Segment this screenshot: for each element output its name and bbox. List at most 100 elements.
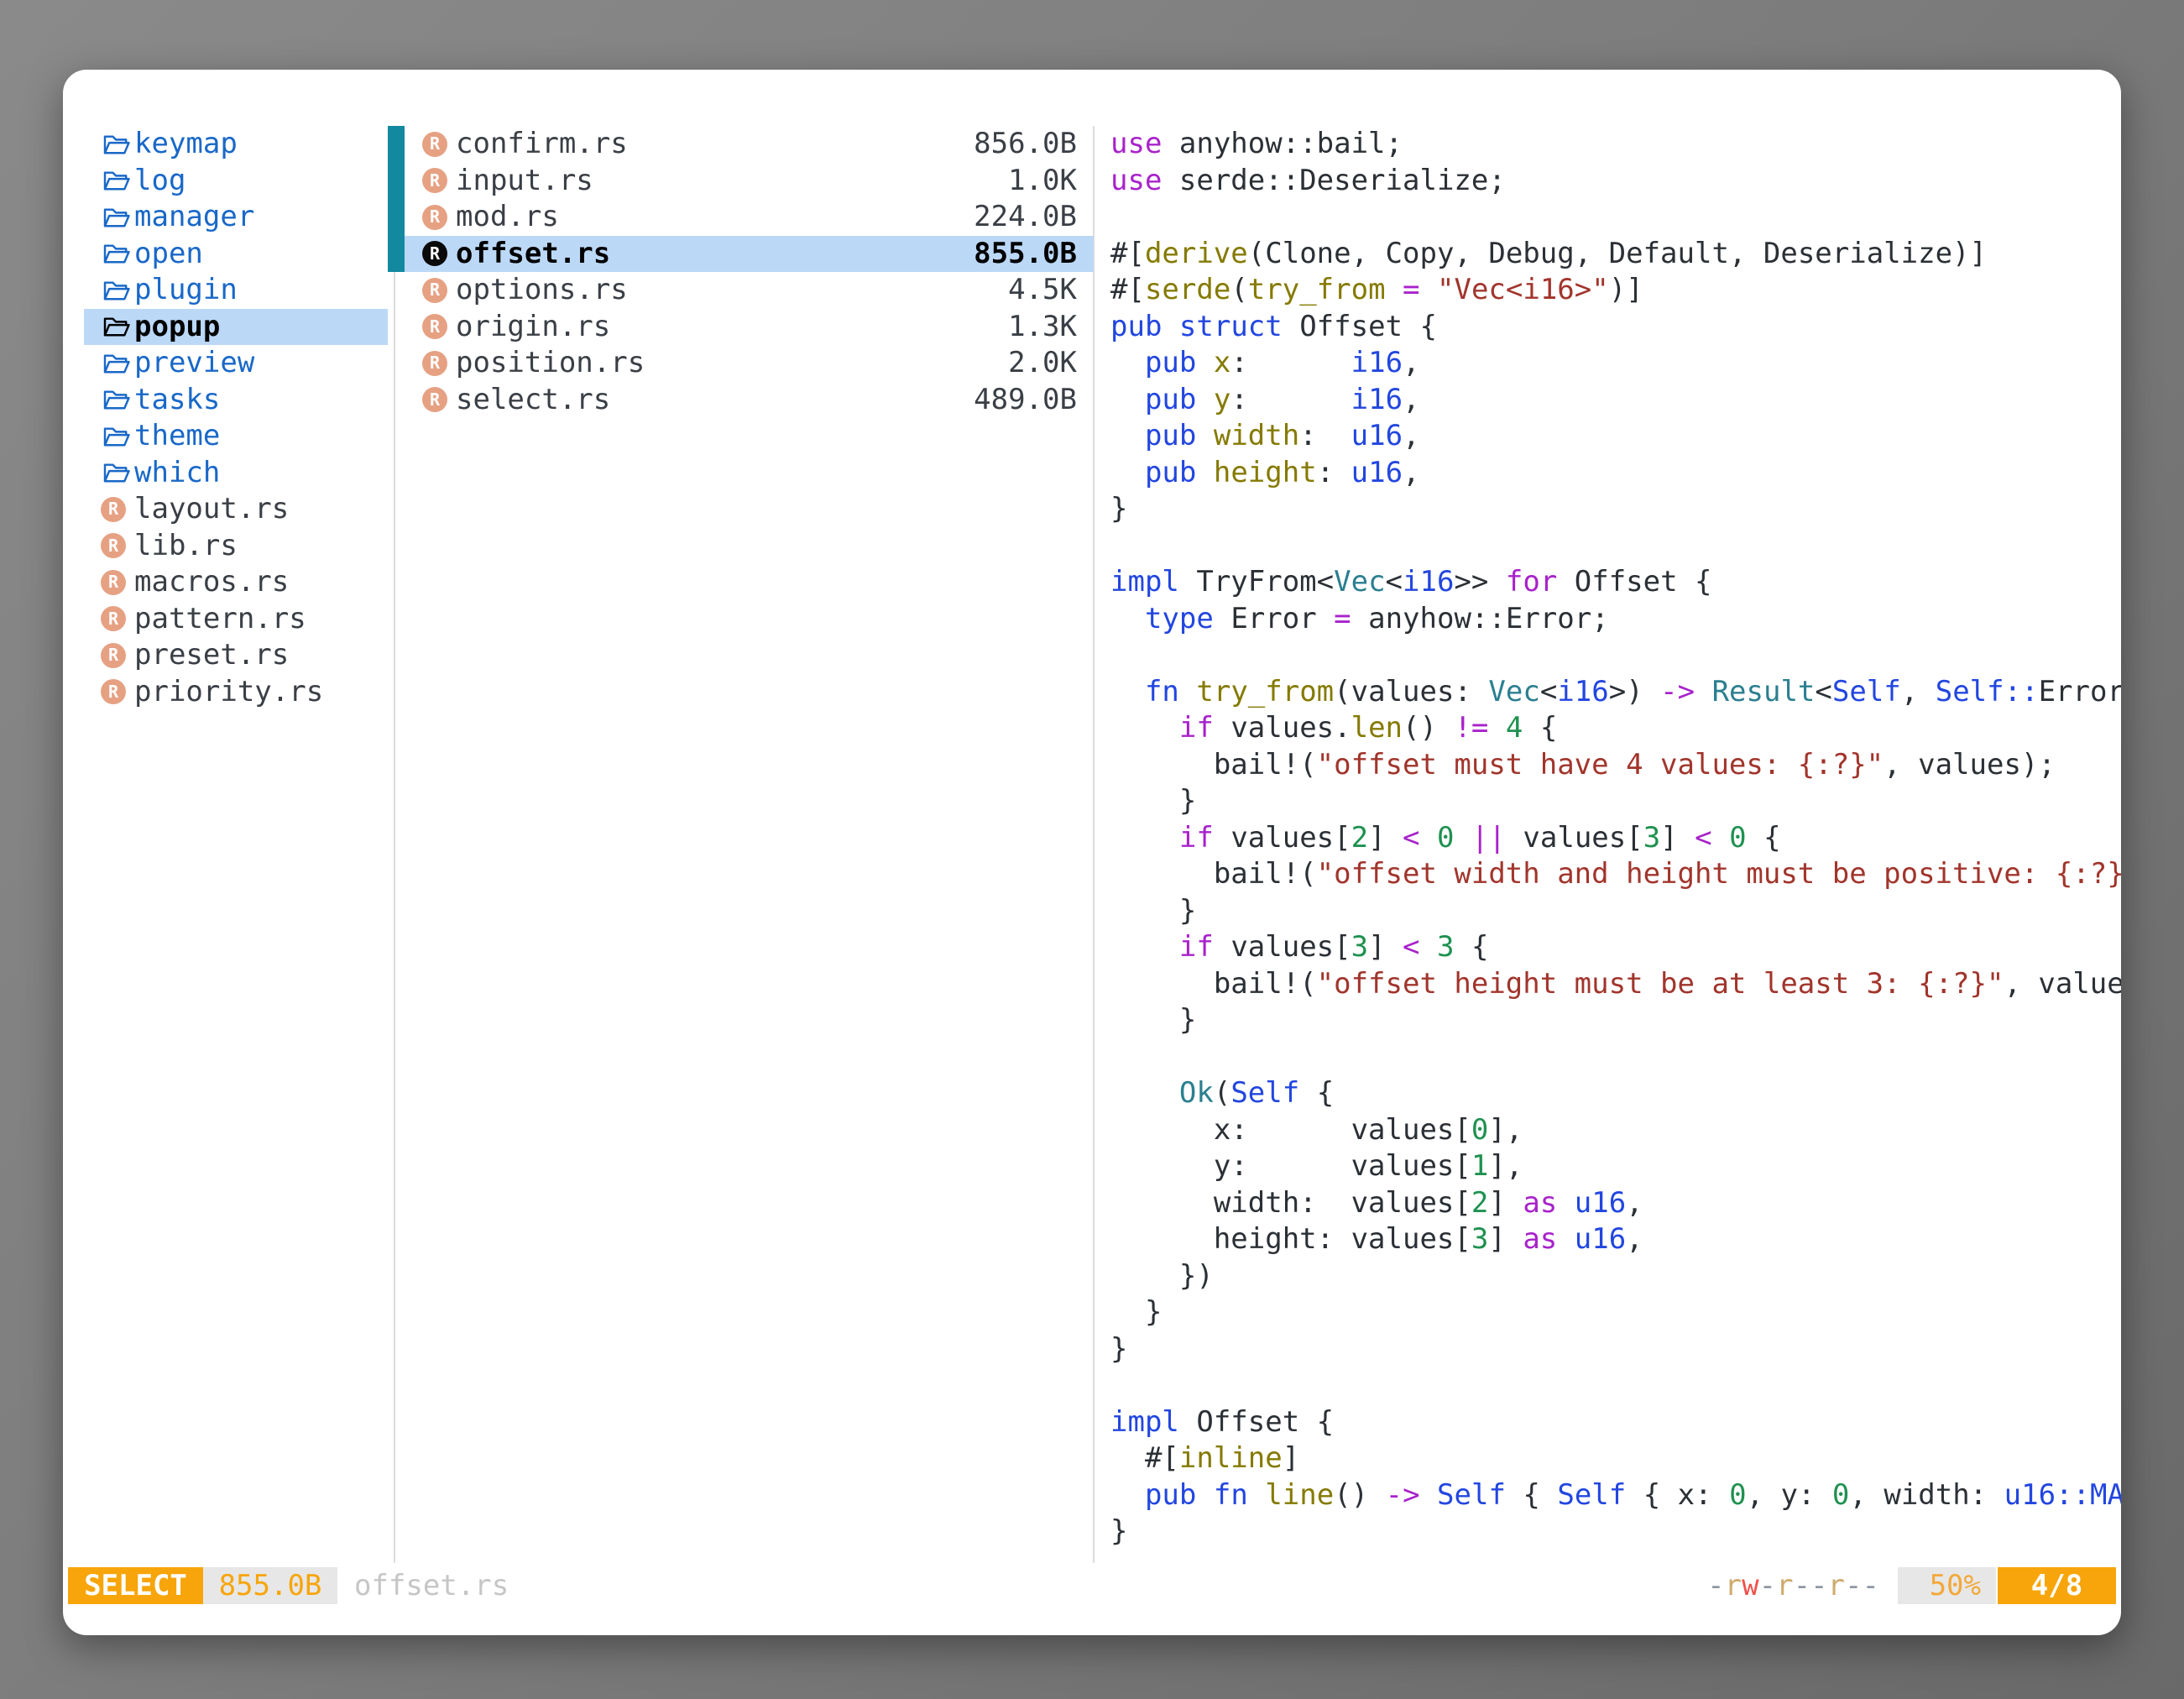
code-line — [1110, 1367, 2121, 1404]
folder-open-icon — [101, 133, 133, 156]
cursor-position-badge: 4/8 — [1998, 1567, 2116, 1604]
rust-file-icon: R — [422, 278, 447, 303]
file-row-select-rs[interactable]: Rselect.rs489.0B — [388, 382, 1094, 419]
code-line: } — [1110, 1294, 2121, 1331]
sidebar-item-macros-rs[interactable]: Rmacros.rs — [84, 564, 388, 601]
rust-file-icon: R — [422, 314, 447, 339]
item-label: popup — [134, 309, 220, 346]
item-label: log — [134, 163, 185, 200]
sidebar-item-pattern-rs[interactable]: Rpattern.rs — [84, 601, 388, 638]
item-label: lib.rs — [134, 528, 238, 565]
file-size: 1.3K — [1008, 309, 1077, 346]
item-label: theme — [134, 418, 220, 455]
code-line: if values[2] < 0 || values[3] < 0 { — [1110, 820, 2121, 857]
item-label: open — [134, 236, 203, 273]
file-size: 1.0K — [1008, 163, 1077, 200]
sidebar-item-preview[interactable]: preview — [84, 345, 388, 382]
code-line — [1110, 1039, 2121, 1076]
file-size: 4.5K — [1008, 272, 1077, 309]
folder-open-icon — [101, 279, 133, 302]
sidebar-item-open[interactable]: open — [84, 236, 388, 273]
sidebar-item-manager[interactable]: manager — [84, 199, 388, 236]
item-label: preset.rs — [134, 637, 289, 674]
code-line: width: values[2] as u16, — [1110, 1185, 2121, 1222]
scroll-percent-badge: 50% — [1898, 1567, 1996, 1604]
mode-badge: SELECT — [68, 1567, 203, 1604]
code-line — [1110, 528, 2121, 565]
file-row-position-rs[interactable]: Rposition.rs2.0K — [388, 345, 1094, 382]
code-line: fn try_from(values: Vec<i16>) -> Result<… — [1110, 674, 2121, 711]
folder-open-icon — [101, 388, 133, 411]
file-row-confirm-rs[interactable]: Rconfirm.rs856.0B — [388, 126, 1094, 163]
file-manager-window: keymaplogmanageropenpluginpopuppreviewta… — [63, 70, 2121, 1635]
sidebar-item-theme[interactable]: theme — [84, 418, 388, 455]
code-line: bail!("offset height must be at least 3:… — [1110, 966, 2121, 1003]
sidebar-item-lib-rs[interactable]: Rlib.rs — [84, 528, 388, 565]
file-row-offset-rs[interactable]: Roffset.rs855.0B — [388, 236, 1094, 273]
item-label: manager — [134, 199, 254, 236]
file-row-input-rs[interactable]: Rinput.rs1.0K — [388, 163, 1094, 200]
code-line: #[derive(Clone, Copy, Debug, Default, De… — [1110, 236, 2121, 273]
file-row-mod-rs[interactable]: Rmod.rs 224.0B — [388, 199, 1094, 236]
sidebar-item-tasks[interactable]: tasks — [84, 382, 388, 419]
file-row-origin-rs[interactable]: Rorigin.rs 1.3K — [388, 309, 1094, 346]
code-line: #[inline] — [1110, 1440, 2121, 1477]
item-label: tasks — [134, 382, 220, 419]
code-line: pub width: u16, — [1110, 418, 2121, 455]
rust-file-icon: R — [101, 533, 126, 558]
file-name: mod.rs — [456, 199, 559, 236]
rust-file-icon: R — [101, 606, 126, 631]
rust-file-icon: R — [101, 643, 126, 668]
sidebar-item-keymap[interactable]: keymap — [84, 126, 388, 163]
item-label: priority.rs — [134, 674, 323, 711]
rust-file-icon: R — [101, 570, 126, 595]
file-size: 855.0B — [974, 236, 1077, 273]
current-pane: Rconfirm.rs 856.0B Rinput.rs 1.0K Rmod.rs 224… — [388, 126, 1094, 418]
code-line: use anyhow::bail; — [1110, 126, 2121, 163]
sidebar-item-priority-rs[interactable]: Rpriority.rs — [84, 674, 388, 711]
folder-open-icon — [101, 169, 133, 192]
code-line: } — [1110, 783, 2121, 820]
code-line: pub height: u16, — [1110, 455, 2121, 492]
code-line: } — [1110, 1331, 2121, 1368]
code-line: type Error = anyhow::Error; — [1110, 601, 2121, 638]
sidebar-item-popup[interactable]: popup — [84, 309, 388, 346]
file-size: 856.0B — [974, 126, 1077, 163]
code-line: }) — [1110, 1258, 2121, 1295]
file-name: select.rs — [456, 382, 610, 419]
folder-open-icon — [101, 352, 133, 375]
sidebar-item-which[interactable]: which — [84, 455, 388, 492]
status-right-group: -rw-r--r-- 50% 4/8 — [1707, 1567, 2116, 1604]
sidebar-item-preset-rs[interactable]: Rpreset.rs — [84, 637, 388, 674]
file-name: input.rs — [456, 163, 593, 200]
file-name: confirm.rs — [456, 126, 628, 163]
file-name: options.rs — [456, 272, 628, 309]
rust-file-icon: R — [422, 351, 447, 376]
item-label: pattern.rs — [134, 601, 306, 638]
code-line: pub x: i16, — [1110, 345, 2121, 382]
item-label: macros.rs — [134, 564, 289, 601]
item-label: keymap — [134, 126, 238, 163]
sidebar-item-plugin[interactable]: plugin — [84, 272, 388, 309]
file-name: origin.rs — [456, 309, 610, 346]
file-row-options-rs[interactable]: Roptions.rs 4.5K — [388, 272, 1094, 309]
rust-file-icon: R — [422, 205, 447, 230]
item-label: preview — [134, 345, 254, 382]
file-size: 224.0B — [974, 199, 1077, 236]
code-line: } — [1110, 893, 2121, 930]
sidebar-item-log[interactable]: log — [84, 163, 388, 200]
item-label: plugin — [134, 272, 238, 309]
code-line: use serde::Deserialize; — [1110, 163, 2121, 200]
code-line: x: values[0], — [1110, 1112, 2121, 1149]
code-line: } — [1110, 491, 2121, 528]
item-label: layout.rs — [134, 491, 289, 528]
rust-file-icon: R — [101, 679, 126, 704]
sidebar-item-layout-rs[interactable]: Rlayout.rs — [84, 491, 388, 528]
folder-open-icon — [101, 425, 133, 448]
code-line: bail!("offset width and height must be p… — [1110, 856, 2121, 893]
folder-open-icon — [101, 315, 133, 338]
rust-file-icon: R — [422, 387, 447, 412]
visual-selection-marker — [388, 126, 405, 272]
code-line: y: values[1], — [1110, 1148, 2121, 1185]
code-line — [1110, 199, 2121, 236]
